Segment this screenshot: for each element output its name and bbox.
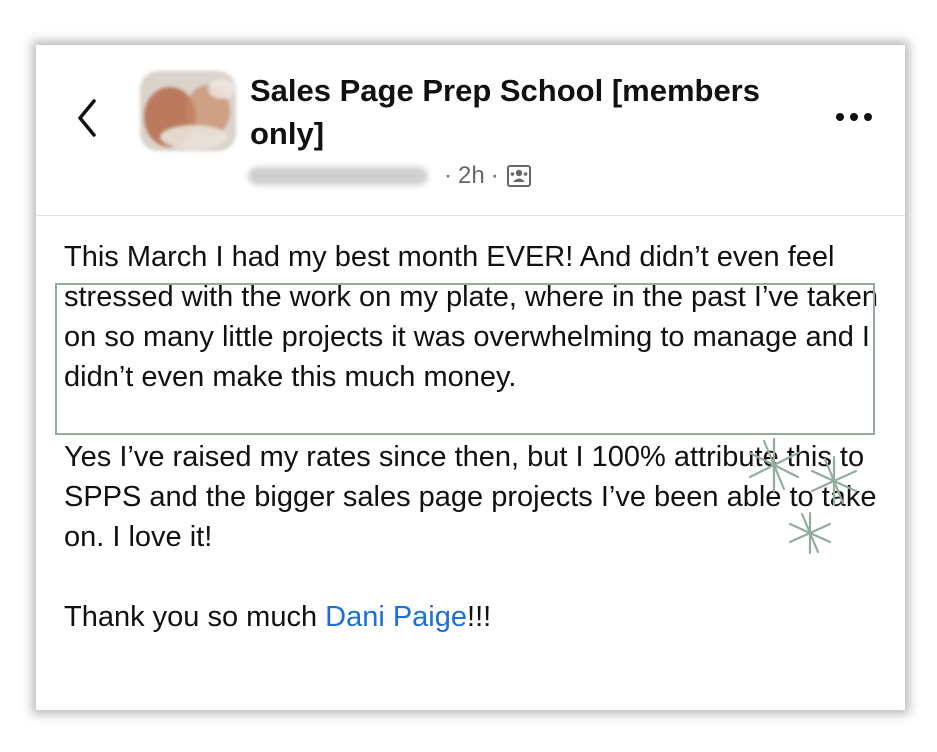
sparkle-icon [810,455,858,507]
chevron-left-icon[interactable] [72,93,102,143]
author-name-blurred[interactable] [248,167,428,185]
post-card: Sales Page Prep School [members only] · … [36,45,905,710]
mention-link[interactable]: Dani Paige [325,601,467,633]
sparkle-icon [788,511,832,555]
sparkle-decoration-icon [748,437,858,555]
group-members-icon [506,165,531,187]
thanks-suffix: !!! [467,601,492,633]
sparkle-icon [748,437,800,493]
thanks-prefix: Thank you so much [64,601,326,633]
post-header: Sales Page Prep School [members only] · … [36,45,905,216]
meta-separator: · [444,162,452,189]
more-dots-icon[interactable] [830,101,878,133]
post-thanks-line: Thank you so much Dani Paige!!! [64,597,884,637]
meta-separator: · [490,162,499,189]
post-paragraph: This March I had my best month EVER! And… [64,241,879,393]
post-meta: · 2h · [248,159,531,193]
group-avatar[interactable] [140,71,236,151]
post-timestamp[interactable]: 2h [458,162,485,190]
group-title[interactable]: Sales Page Prep School [members only] [250,69,810,155]
blurred-avatar-image [140,71,236,151]
